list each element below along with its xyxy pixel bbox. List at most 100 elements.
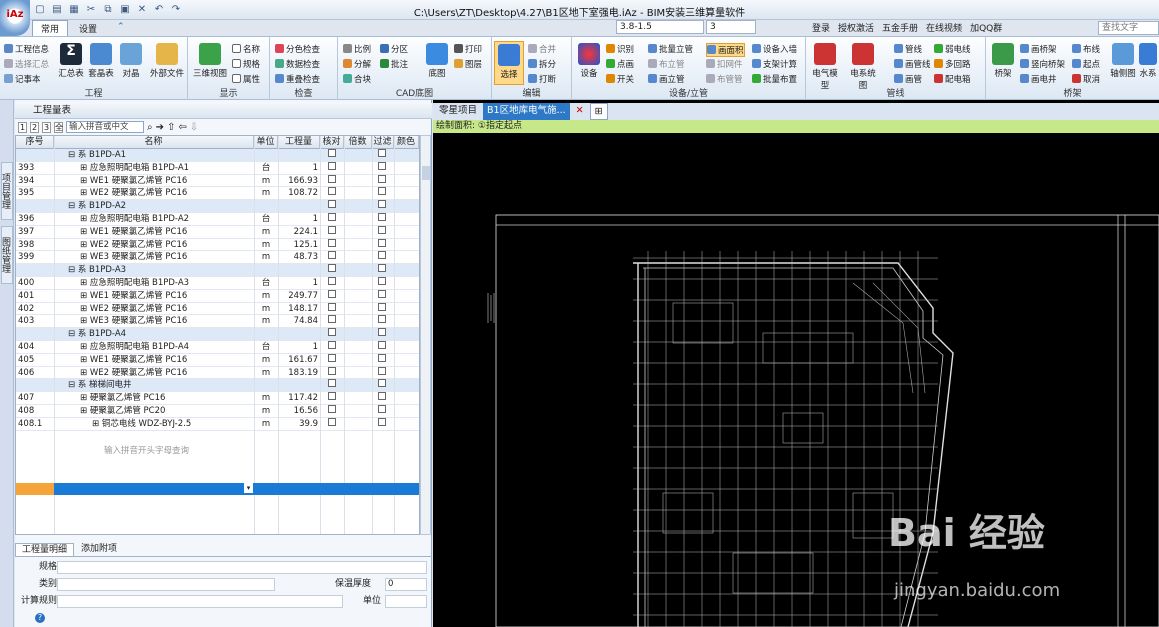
row-checkbox[interactable] — [328, 289, 336, 298]
draw-bridge-button[interactable]: 画桥架 — [1020, 43, 1057, 55]
split-button[interactable]: 拆分 — [528, 58, 556, 70]
level-3-button[interactable]: 3 — [42, 121, 51, 133]
tab-settings[interactable]: 设置 — [70, 20, 106, 36]
row-checkbox[interactable] — [328, 174, 336, 183]
dropdown-icon[interactable]: ▾ — [244, 483, 253, 493]
row-checkbox[interactable] — [328, 187, 336, 196]
col-seq[interactable]: 序号 — [16, 136, 54, 149]
row-checkbox[interactable] — [328, 379, 336, 388]
row-checkbox[interactable] — [328, 149, 336, 157]
row-checkbox[interactable] — [378, 289, 386, 298]
search-icon[interactable]: ⌕ — [147, 122, 153, 133]
table-row[interactable]: 403 ⊞ WE3 硬聚氯乙烯管 PC16 m 74.84 — [16, 315, 419, 329]
fittings-button[interactable]: 扣网件 — [706, 58, 743, 70]
draw-shaft-button[interactable]: 画电井 — [1020, 73, 1057, 85]
name-checkbox[interactable]: 名称 — [232, 43, 260, 55]
layer-button[interactable]: 图层 — [454, 58, 482, 70]
draw-area-button[interactable]: 画面积 — [706, 43, 745, 57]
equipment-button[interactable]: 设备 — [574, 41, 604, 79]
table-row[interactable]: 396 ⊞ 应急照明配电箱 B1PD-A2 台 1 — [16, 213, 419, 226]
row-checkbox[interactable] — [378, 200, 386, 209]
row-checkbox[interactable] — [328, 264, 336, 273]
row-checkbox[interactable] — [378, 251, 386, 260]
help-icon[interactable]: ? — [35, 613, 45, 623]
merge-button[interactable]: 合并 — [528, 43, 556, 55]
row-checkbox[interactable] — [378, 149, 386, 157]
wiring-button[interactable]: 布线 — [1072, 43, 1100, 55]
login-link[interactable]: 登录 — [812, 21, 830, 34]
cancel-button[interactable]: 取消 — [1072, 73, 1100, 85]
row-checkbox[interactable] — [328, 161, 336, 170]
row-checkbox[interactable] — [328, 238, 336, 247]
pipeline-button[interactable]: 管线 — [894, 43, 922, 55]
table-row[interactable]: 394 ⊞ WE1 硬聚氯乙烯管 PC16 m 166.93 — [16, 174, 419, 188]
filter-input[interactable]: 输入拼音或中文 — [66, 121, 144, 133]
bracket-calc-button[interactable]: 支架计算 — [752, 58, 797, 70]
row-checkbox[interactable] — [378, 315, 386, 324]
row-checkbox[interactable] — [378, 302, 386, 311]
table-row[interactable]: ⊟ 系 梯梯间电井 — [16, 379, 419, 393]
row-checkbox[interactable] — [328, 353, 336, 362]
table-scrollbar[interactable] — [420, 135, 431, 535]
break-button[interactable]: 打断 — [528, 73, 556, 85]
row-checkbox[interactable] — [378, 277, 386, 285]
base-map-button[interactable]: 底图 — [422, 41, 452, 79]
row-checkbox[interactable] — [328, 328, 336, 337]
table-row[interactable]: 395 ⊞ WE2 硬聚氯乙烯管 PC16 m 108.72 — [16, 187, 419, 201]
row-checkbox[interactable] — [378, 392, 386, 401]
identify-button[interactable]: 识别 — [606, 43, 634, 55]
cad-canvas[interactable] — [433, 133, 1159, 627]
col-name[interactable]: 名称 — [54, 136, 254, 149]
arrow-right-icon[interactable]: ➔ — [156, 122, 164, 133]
row-checkbox[interactable] — [378, 366, 386, 375]
row-checkbox[interactable] — [328, 225, 336, 234]
col-unit[interactable]: 单位 — [254, 136, 278, 149]
row-checkbox[interactable] — [328, 366, 336, 375]
row-checkbox[interactable] — [328, 277, 336, 285]
data-check-button[interactable]: 数据检查 — [275, 58, 320, 70]
table-row[interactable]: ⊟ 系 B1PD-A4 — [16, 328, 419, 341]
app-logo[interactable]: iAz — [0, 0, 30, 36]
row-checkbox[interactable] — [378, 353, 386, 362]
summary-table-button[interactable]: Σ 汇总表 — [56, 41, 86, 79]
row-checkbox[interactable] — [378, 187, 386, 196]
row-checkbox[interactable] — [328, 302, 336, 311]
draw-pipe-button[interactable]: 画管 — [894, 73, 922, 85]
qq-group-link[interactable]: 加QQ群 — [970, 21, 1002, 34]
bridge-button[interactable]: 桥架 — [988, 41, 1018, 79]
unit-select[interactable] — [385, 595, 427, 608]
tab-common[interactable]: 常用 — [32, 20, 69, 36]
scale-button[interactable]: 比例 — [343, 43, 371, 55]
select-button[interactable]: 选择 — [494, 41, 524, 85]
draw-pipeline-button[interactable]: 画管线 — [894, 58, 931, 70]
switch-button[interactable]: 开关 — [606, 73, 634, 85]
row-checkbox[interactable] — [378, 379, 386, 388]
table-row[interactable]: 405 ⊞ WE1 硬聚氯乙烯管 PC16 m 161.67 — [16, 353, 419, 367]
electrical-system-button[interactable]: 电系统图 — [848, 41, 878, 91]
batch-place-button[interactable]: 批量布置 — [752, 73, 797, 85]
annotate-button[interactable]: 批注 — [380, 58, 408, 70]
insulation-select[interactable]: 0 — [385, 578, 427, 591]
hardware-manual-link[interactable]: 五金手册 — [882, 21, 918, 34]
print-button[interactable]: 打印 — [454, 43, 482, 55]
equipment-into-wall-button[interactable]: 设备入墙 — [752, 43, 797, 55]
level-2-button[interactable]: 2 — [30, 121, 39, 133]
license-link[interactable]: 授权激活 — [838, 21, 874, 34]
row-checkbox[interactable] — [378, 417, 386, 426]
row-checkbox[interactable] — [378, 405, 386, 413]
search-input[interactable]: 查找文字 — [1098, 21, 1159, 35]
col-multiple[interactable]: 倍数 — [344, 136, 372, 149]
arrow-left-icon[interactable]: ⇦ — [178, 122, 186, 133]
3d-view-button[interactable]: 三维视图 — [192, 41, 228, 79]
axonometric-button[interactable]: 轴侧图 — [1108, 41, 1138, 79]
partition-button[interactable]: 分区 — [380, 43, 408, 55]
row-checkbox[interactable] — [328, 417, 336, 426]
table-row[interactable]: ⊟ 系 B1PD-A2 — [16, 200, 419, 213]
row-checkbox[interactable] — [378, 238, 386, 247]
row-checkbox[interactable] — [328, 213, 336, 221]
water-button[interactable]: 水系 — [1136, 41, 1159, 79]
row-checkbox[interactable] — [328, 315, 336, 324]
col-verify[interactable]: 核对 — [320, 136, 344, 149]
level-1-button[interactable]: 1 — [18, 121, 27, 133]
table-row[interactable]: 393 ⊞ 应急照明配电箱 B1PD-A1 台 1 — [16, 161, 419, 175]
